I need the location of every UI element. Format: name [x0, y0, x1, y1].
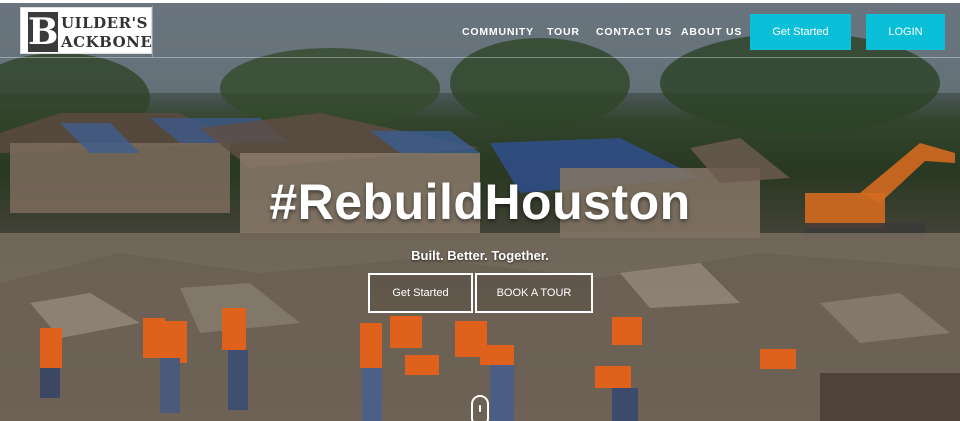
hero-get-started-button[interactable]: Get Started [368, 273, 473, 313]
hero-title: #RebuildHouston [269, 174, 691, 230]
book-a-tour-button[interactable]: BOOK A TOUR [475, 273, 593, 313]
logo-divider [152, 6, 153, 57]
nav-contact-us[interactable]: CONTACT US [596, 26, 672, 38]
header-divider [0, 57, 960, 58]
nav-about-us[interactable]: ABOUT US [681, 26, 742, 38]
logo-text-line2: ACKBONE [61, 33, 153, 51]
nav-tour[interactable]: TOUR [547, 26, 580, 38]
nav-community[interactable]: COMMUNITY [462, 26, 534, 38]
scroll-wheel-dot [479, 405, 481, 412]
hero-subtitle: Built. Better. Together. [411, 248, 549, 263]
logo-initial: B [28, 11, 59, 53]
mouse-scroll-icon[interactable] [471, 395, 489, 421]
logo-text-line1: UILDER'S [61, 14, 148, 32]
hero-section: B UILDER'S ACKBONE COMMUNITY TOUR CONTAC… [0, 3, 960, 421]
header-get-started-button[interactable]: Get Started [750, 14, 851, 50]
logo-mark: B [28, 12, 58, 52]
login-button[interactable]: LOGIN [866, 14, 945, 50]
logo[interactable]: B UILDER'S ACKBONE [20, 7, 152, 54]
